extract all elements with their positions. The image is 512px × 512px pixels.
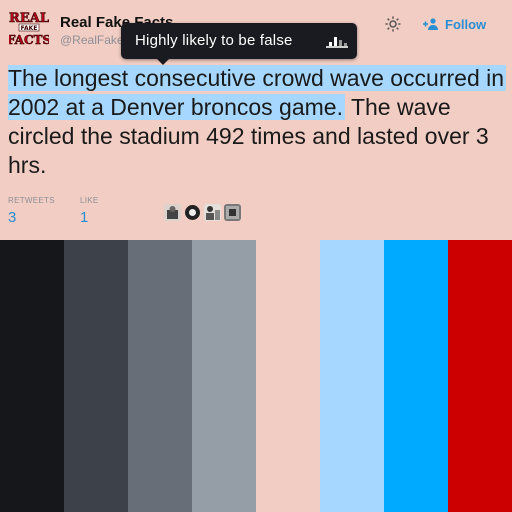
svg-text:FAKE: FAKE (21, 25, 38, 32)
liker-avatar[interactable] (164, 204, 181, 221)
follow-label: Follow (445, 16, 487, 32)
likes-label: LIKE (80, 196, 99, 205)
real-fake-facts-logo: REAL FAKE FACTS (9, 9, 49, 49)
retweets-count[interactable]: 3 (8, 209, 16, 226)
liker-avatar[interactable] (224, 204, 241, 221)
avatar[interactable]: REAL FAKE FACTS (9, 9, 49, 49)
retweets-label: RETWEETS (8, 196, 55, 205)
tooltip: Highly likely to be false (121, 23, 357, 65)
swatch-1 (0, 240, 64, 512)
gear-icon[interactable] (384, 15, 402, 33)
tweet-text: The longest consecutive crowd wave occur… (8, 64, 508, 180)
tweet-card: REAL FAKE FACTS Real Fake Facts @RealFak… (0, 0, 512, 240)
tooltip-text: Highly likely to be false (135, 32, 293, 49)
add-user-icon (423, 18, 438, 30)
liker-avatar[interactable] (184, 204, 201, 221)
swatch-5 (256, 240, 320, 512)
swatch-2 (64, 240, 128, 512)
likes-count[interactable]: 1 (80, 209, 88, 226)
swatch-7 (384, 240, 448, 512)
swatch-6 (320, 240, 384, 512)
swatch-8 (448, 240, 512, 512)
svg-text:FACTS: FACTS (9, 33, 49, 47)
swatch-3 (128, 240, 192, 512)
follow-button[interactable]: Follow (422, 14, 486, 34)
handle[interactable]: @RealFake (60, 33, 124, 47)
swatch-4 (192, 240, 256, 512)
liker-avatar[interactable] (204, 204, 221, 221)
color-palette (0, 240, 512, 512)
bar-chart-icon (326, 37, 348, 48)
likers-list (164, 204, 241, 221)
